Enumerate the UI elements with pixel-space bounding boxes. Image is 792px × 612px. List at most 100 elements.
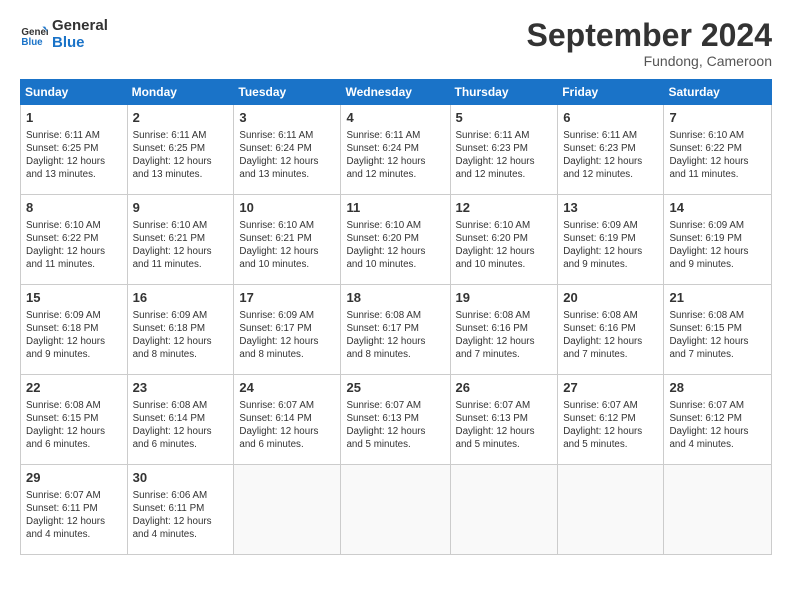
- day-cell: 6Sunrise: 6:11 AM Sunset: 6:23 PM Daylig…: [558, 105, 664, 195]
- day-number: 12: [456, 199, 553, 217]
- day-info: Sunrise: 6:07 AM Sunset: 6:12 PM Dayligh…: [563, 399, 658, 452]
- day-cell: 26 Sunrise: 6:07 AM Sunset: 6:13 PM Dayli…: [450, 375, 558, 465]
- title-block: September 2024 Fundong, Cameroon: [527, 18, 772, 69]
- day-number: 21: [669, 289, 766, 307]
- week-row-1: 1 Sunrise: 6:11 AM Sunset: 6:25 PM Daylig…: [21, 105, 772, 195]
- calendar-header: SundayMondayTuesdayWednesdayThursdayFrid…: [21, 80, 772, 105]
- day-cell: 10Sunrise: 6:10 AM Sunset: 6:21 PM Dayli…: [234, 195, 341, 285]
- day-number: 16: [133, 289, 229, 307]
- svg-text:Blue: Blue: [21, 36, 43, 47]
- day-cell: 24 Sunrise: 6:07 AM Sunset: 6:14 PM Dayli…: [234, 375, 341, 465]
- day-number: 23: [133, 379, 229, 397]
- day-info: Sunrise: 6:08 AM Sunset: 6:15 PM Dayligh…: [26, 399, 122, 452]
- day-cell: 7 Sunrise: 6:10 AM Sunset: 6:22 PM Daylig…: [664, 105, 772, 195]
- logo: General Blue General Blue: [20, 18, 108, 51]
- day-number: 15: [26, 289, 122, 307]
- day-cell: 5 Sunrise: 6:11 AM Sunset: 6:23 PM Daylig…: [450, 105, 558, 195]
- day-cell: 2 Sunrise: 6:11 AM Sunset: 6:25 PM Daylig…: [127, 105, 234, 195]
- day-info: Sunrise: 6:11 AM Sunset: 6:23 PM Dayligh…: [563, 129, 658, 182]
- day-info: Sunrise: 6:11 AM Sunset: 6:25 PM Dayligh…: [133, 129, 229, 182]
- logo-line1: General: [52, 18, 108, 35]
- day-info: Sunrise: 6:07 AM Sunset: 6:11 PM Dayligh…: [26, 489, 122, 542]
- col-header-thursday: Thursday: [450, 80, 558, 105]
- day-cell: 20Sunrise: 6:08 AM Sunset: 6:16 PM Dayli…: [558, 285, 664, 375]
- day-cell: 29Sunrise: 6:07 AM Sunset: 6:11 PM Dayli…: [21, 465, 128, 555]
- day-cell: 4 Sunrise: 6:11 AM Sunset: 6:24 PM Daylig…: [341, 105, 450, 195]
- day-cell: 12 Sunrise: 6:10 AM Sunset: 6:20 PM Dayli…: [450, 195, 558, 285]
- col-header-wednesday: Wednesday: [341, 80, 450, 105]
- day-info: Sunrise: 6:10 AM Sunset: 6:22 PM Dayligh…: [26, 219, 122, 272]
- day-cell: 9Sunrise: 6:10 AM Sunset: 6:21 PM Daylig…: [127, 195, 234, 285]
- week-row-4: 22 Sunrise: 6:08 AM Sunset: 6:15 PM Dayli…: [21, 375, 772, 465]
- col-header-saturday: Saturday: [664, 80, 772, 105]
- day-info: Sunrise: 6:09 AM Sunset: 6:19 PM Dayligh…: [669, 219, 766, 272]
- day-cell: 27 Sunrise: 6:07 AM Sunset: 6:12 PM Dayli…: [558, 375, 664, 465]
- day-info: Sunrise: 6:10 AM Sunset: 6:22 PM Dayligh…: [669, 129, 766, 182]
- day-number: 25: [346, 379, 444, 397]
- day-cell: 28 Sunrise: 6:07 AM Sunset: 6:12 PM Dayli…: [664, 375, 772, 465]
- day-number: 20: [563, 289, 658, 307]
- day-number: 9: [133, 199, 229, 217]
- day-number: 13: [563, 199, 658, 217]
- day-number: 2: [133, 109, 229, 127]
- day-number: 30: [133, 469, 229, 487]
- day-number: 4: [346, 109, 444, 127]
- calendar-body: 1 Sunrise: 6:11 AM Sunset: 6:25 PM Daylig…: [21, 105, 772, 555]
- day-info: Sunrise: 6:08 AM Sunset: 6:15 PM Dayligh…: [669, 309, 766, 362]
- day-number: 7: [669, 109, 766, 127]
- day-cell: 23 Sunrise: 6:08 AM Sunset: 6:14 PM Dayli…: [127, 375, 234, 465]
- day-number: 8: [26, 199, 122, 217]
- day-number: 3: [239, 109, 335, 127]
- col-header-friday: Friday: [558, 80, 664, 105]
- day-cell: [558, 465, 664, 555]
- day-info: Sunrise: 6:08 AM Sunset: 6:16 PM Dayligh…: [456, 309, 553, 362]
- day-cell: 1Sunrise: 6:11 AM Sunset: 6:25 PM Daylig…: [21, 105, 128, 195]
- day-number: 14: [669, 199, 766, 217]
- day-cell: 16 Sunrise: 6:09 AM Sunset: 6:18 PM Dayli…: [127, 285, 234, 375]
- day-number: 26: [456, 379, 553, 397]
- day-info: Sunrise: 6:11 AM Sunset: 6:24 PM Dayligh…: [239, 129, 335, 182]
- col-header-sunday: Sunday: [21, 80, 128, 105]
- header: General Blue General Blue September 2024…: [20, 18, 772, 69]
- day-info: Sunrise: 6:07 AM Sunset: 6:13 PM Dayligh…: [346, 399, 444, 452]
- day-number: 17: [239, 289, 335, 307]
- day-number: 1: [26, 109, 122, 127]
- day-info: Sunrise: 6:06 AM Sunset: 6:11 PM Dayligh…: [133, 489, 229, 542]
- day-number: 27: [563, 379, 658, 397]
- location-subtitle: Fundong, Cameroon: [527, 53, 772, 69]
- logo-icon: General Blue: [20, 21, 48, 49]
- col-header-tuesday: Tuesday: [234, 80, 341, 105]
- day-info: Sunrise: 6:11 AM Sunset: 6:24 PM Dayligh…: [346, 129, 444, 182]
- day-number: 10: [239, 199, 335, 217]
- day-info: Sunrise: 6:09 AM Sunset: 6:18 PM Dayligh…: [133, 309, 229, 362]
- day-info: Sunrise: 6:07 AM Sunset: 6:12 PM Dayligh…: [669, 399, 766, 452]
- day-cell: 8 Sunrise: 6:10 AM Sunset: 6:22 PM Daylig…: [21, 195, 128, 285]
- day-cell: [450, 465, 558, 555]
- day-number: 18: [346, 289, 444, 307]
- day-cell: 3 Sunrise: 6:11 AM Sunset: 6:24 PM Daylig…: [234, 105, 341, 195]
- day-cell: [664, 465, 772, 555]
- day-info: Sunrise: 6:09 AM Sunset: 6:19 PM Dayligh…: [563, 219, 658, 272]
- day-info: Sunrise: 6:10 AM Sunset: 6:20 PM Dayligh…: [456, 219, 553, 272]
- week-row-2: 8 Sunrise: 6:10 AM Sunset: 6:22 PM Daylig…: [21, 195, 772, 285]
- day-info: Sunrise: 6:11 AM Sunset: 6:23 PM Dayligh…: [456, 129, 553, 182]
- day-number: 22: [26, 379, 122, 397]
- day-info: Sunrise: 6:07 AM Sunset: 6:13 PM Dayligh…: [456, 399, 553, 452]
- day-number: 5: [456, 109, 553, 127]
- day-cell: 17Sunrise: 6:09 AM Sunset: 6:17 PM Dayli…: [234, 285, 341, 375]
- day-number: 24: [239, 379, 335, 397]
- week-row-3: 15 Sunrise: 6:09 AM Sunset: 6:18 PM Dayli…: [21, 285, 772, 375]
- day-number: 19: [456, 289, 553, 307]
- week-row-5: 29Sunrise: 6:07 AM Sunset: 6:11 PM Dayli…: [21, 465, 772, 555]
- day-cell: [341, 465, 450, 555]
- day-number: 11: [346, 199, 444, 217]
- day-info: Sunrise: 6:08 AM Sunset: 6:14 PM Dayligh…: [133, 399, 229, 452]
- day-number: 28: [669, 379, 766, 397]
- day-info: Sunrise: 6:08 AM Sunset: 6:17 PM Dayligh…: [346, 309, 444, 362]
- day-info: Sunrise: 6:10 AM Sunset: 6:20 PM Dayligh…: [346, 219, 444, 272]
- day-cell: 14 Sunrise: 6:09 AM Sunset: 6:19 PM Dayli…: [664, 195, 772, 285]
- calendar-table: SundayMondayTuesdayWednesdayThursdayFrid…: [20, 79, 772, 555]
- day-cell: 30 Sunrise: 6:06 AM Sunset: 6:11 PM Dayli…: [127, 465, 234, 555]
- day-info: Sunrise: 6:07 AM Sunset: 6:14 PM Dayligh…: [239, 399, 335, 452]
- day-cell: 18 Sunrise: 6:08 AM Sunset: 6:17 PM Dayli…: [341, 285, 450, 375]
